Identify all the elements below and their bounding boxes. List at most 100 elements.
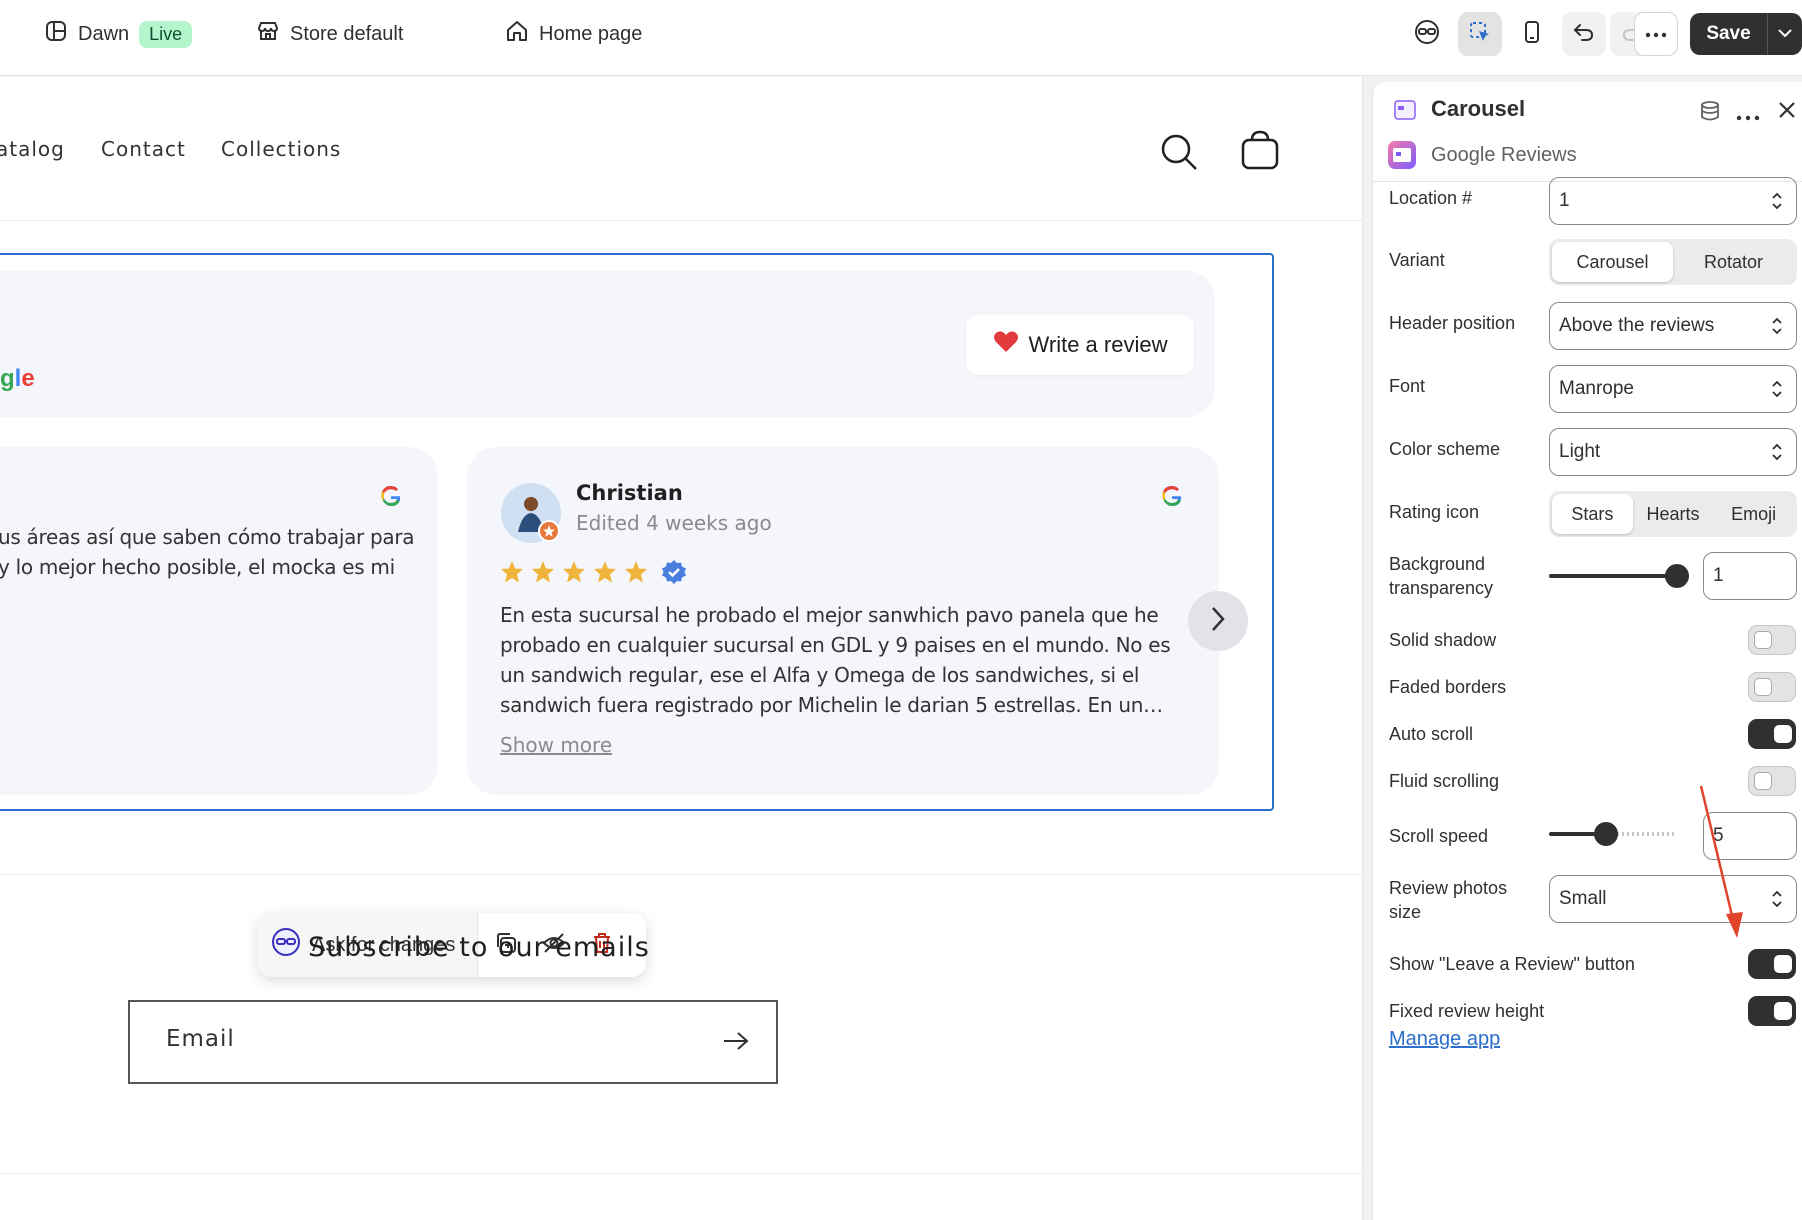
save-options-button[interactable]	[1768, 13, 1802, 55]
write-review-button[interactable]: Write a review	[966, 315, 1194, 375]
storefront-preview: atalog Contact Collections gle Write a r…	[0, 77, 1363, 1220]
variant-label: Variant	[1389, 250, 1445, 270]
theme-selector[interactable]: Dawn Live	[44, 18, 193, 50]
color-scheme-label: Color scheme	[1389, 439, 1501, 459]
review-text: En esta sucursal he probado el mejor san…	[500, 603, 1171, 717]
annotation-arrow	[1699, 785, 1743, 938]
section-divider	[0, 874, 1362, 875]
faded-borders-toggle[interactable]	[1748, 672, 1796, 702]
bg-transparency-slider-thumb[interactable]	[1665, 564, 1689, 588]
rating-icon-label: Rating icon	[1389, 502, 1480, 522]
star-icon	[532, 561, 554, 583]
header-position-label: Header position	[1389, 313, 1516, 333]
nav-link-catalog[interactable]: atalog	[0, 137, 65, 161]
section-settings-panel: Carousel Google Reviews Location # 1 Var…	[1372, 82, 1802, 1220]
inspector-toggle[interactable]	[1458, 12, 1502, 56]
leave-review-label: Show "Leave a Review" button	[1389, 954, 1635, 974]
bg-transparency-slider[interactable]	[1549, 574, 1677, 578]
mobile-preview-button[interactable]	[1510, 12, 1554, 56]
rating-stars	[500, 559, 687, 585]
color-scheme-select[interactable]: Light	[1549, 428, 1797, 476]
google-logo-text: gle	[0, 365, 35, 392]
header-position-select[interactable]: Above the reviews	[1549, 302, 1797, 350]
newsletter-heading: Subscribe to our emails	[308, 932, 650, 963]
solid-shadow-toggle[interactable]	[1748, 625, 1796, 655]
sidekick-icon	[272, 928, 300, 962]
select-chevron-icon	[1770, 190, 1784, 218]
scroll-speed-label: Scroll speed	[1389, 826, 1489, 846]
page-selector[interactable]: Home page	[505, 18, 642, 50]
variant-option-rotator[interactable]: Rotator	[1673, 242, 1794, 282]
page-label: Home page	[539, 22, 643, 45]
nav-link-contact[interactable]: Contact	[101, 137, 186, 161]
variant-option-carousel[interactable]: Carousel	[1552, 242, 1673, 282]
review-card	[0, 447, 438, 795]
close-icon[interactable]	[1777, 100, 1797, 125]
star-icon	[625, 561, 647, 583]
store-selector[interactable]: Store default	[256, 18, 403, 50]
search-icon[interactable]	[1160, 133, 1198, 176]
rating-option-hearts[interactable]: Hearts	[1633, 494, 1714, 534]
email-placeholder: Email	[166, 1026, 235, 1052]
google-reviews-app-icon	[1387, 140, 1417, 175]
manage-app-link[interactable]: Manage app	[1389, 1028, 1500, 1051]
chevron-right-icon	[1210, 605, 1226, 638]
editor-topbar: Dawn Live Store default Home page Save	[0, 0, 1802, 76]
bg-transparency-label: Background transparency	[1389, 554, 1494, 598]
review-text-left: us áreas así que saben cómo trabajar par…	[0, 525, 415, 579]
save-button[interactable]: Save	[1690, 13, 1768, 55]
footer-divider	[0, 1173, 1362, 1174]
store-icon	[256, 19, 280, 49]
rating-option-stars[interactable]: Stars	[1552, 494, 1633, 534]
google-g-icon	[1160, 484, 1184, 513]
faded-borders-label: Faded borders	[1389, 677, 1507, 697]
write-review-label: Write a review	[1028, 332, 1168, 357]
verified-badge-icon	[662, 560, 686, 584]
store-label: Store default	[290, 22, 404, 45]
panel-header: Carousel Google Reviews	[1373, 82, 1802, 182]
carousel-next-button[interactable]	[1188, 591, 1248, 651]
undo-button[interactable]	[1562, 12, 1606, 56]
bg-transparency-input[interactable]: 1	[1703, 552, 1797, 600]
scroll-speed-slider-thumb[interactable]	[1594, 822, 1618, 846]
variant-segmented-control: Carousel Rotator	[1549, 239, 1797, 285]
theme-name: Dawn	[78, 22, 130, 45]
google-g-icon	[379, 484, 403, 513]
app-block-icon	[1393, 98, 1417, 127]
fixed-height-toggle[interactable]	[1748, 996, 1796, 1026]
cart-icon[interactable]	[1241, 130, 1279, 175]
panel-title: Carousel	[1431, 96, 1526, 121]
show-more-link[interactable]: Show more	[500, 733, 612, 757]
rating-option-emoji[interactable]: Emoji	[1713, 494, 1794, 534]
more-actions-button[interactable]	[1634, 12, 1678, 56]
undo-icon	[1572, 20, 1596, 49]
nav-link-collections[interactable]: Collections	[221, 137, 341, 161]
review-photos-size-label: Review photos size	[1389, 878, 1508, 922]
arrow-right-icon[interactable]	[722, 1030, 750, 1057]
location-label: Location #	[1389, 188, 1473, 208]
select-chevron-icon	[1770, 378, 1784, 406]
newsletter-email-field[interactable]: Email	[128, 1000, 778, 1084]
home-icon	[505, 19, 529, 49]
database-icon[interactable]	[1699, 100, 1721, 127]
font-select[interactable]: Manrope	[1549, 365, 1797, 413]
select-chevron-icon	[1770, 315, 1784, 343]
auto-scroll-label: Auto scroll	[1389, 724, 1474, 744]
sidekick-button[interactable]	[1405, 12, 1449, 56]
header-divider	[0, 220, 1362, 221]
save-group: Save	[1690, 13, 1802, 55]
ellipsis-icon	[1644, 25, 1668, 43]
auto-scroll-toggle[interactable]	[1748, 719, 1796, 749]
select-chevron-icon	[1770, 441, 1784, 469]
sidekick-icon	[1414, 19, 1440, 50]
solid-shadow-label: Solid shadow	[1389, 630, 1497, 650]
location-select[interactable]: 1	[1549, 177, 1797, 225]
ellipsis-icon[interactable]	[1736, 108, 1760, 126]
font-label: Font	[1389, 376, 1426, 396]
fluid-scrolling-label: Fluid scrolling	[1389, 771, 1500, 791]
chevron-down-icon	[1777, 25, 1793, 43]
leave-review-toggle[interactable]	[1748, 949, 1796, 979]
live-badge: Live	[139, 20, 193, 48]
panel-subtitle: Google Reviews	[1431, 144, 1577, 166]
star-icon	[594, 561, 616, 583]
